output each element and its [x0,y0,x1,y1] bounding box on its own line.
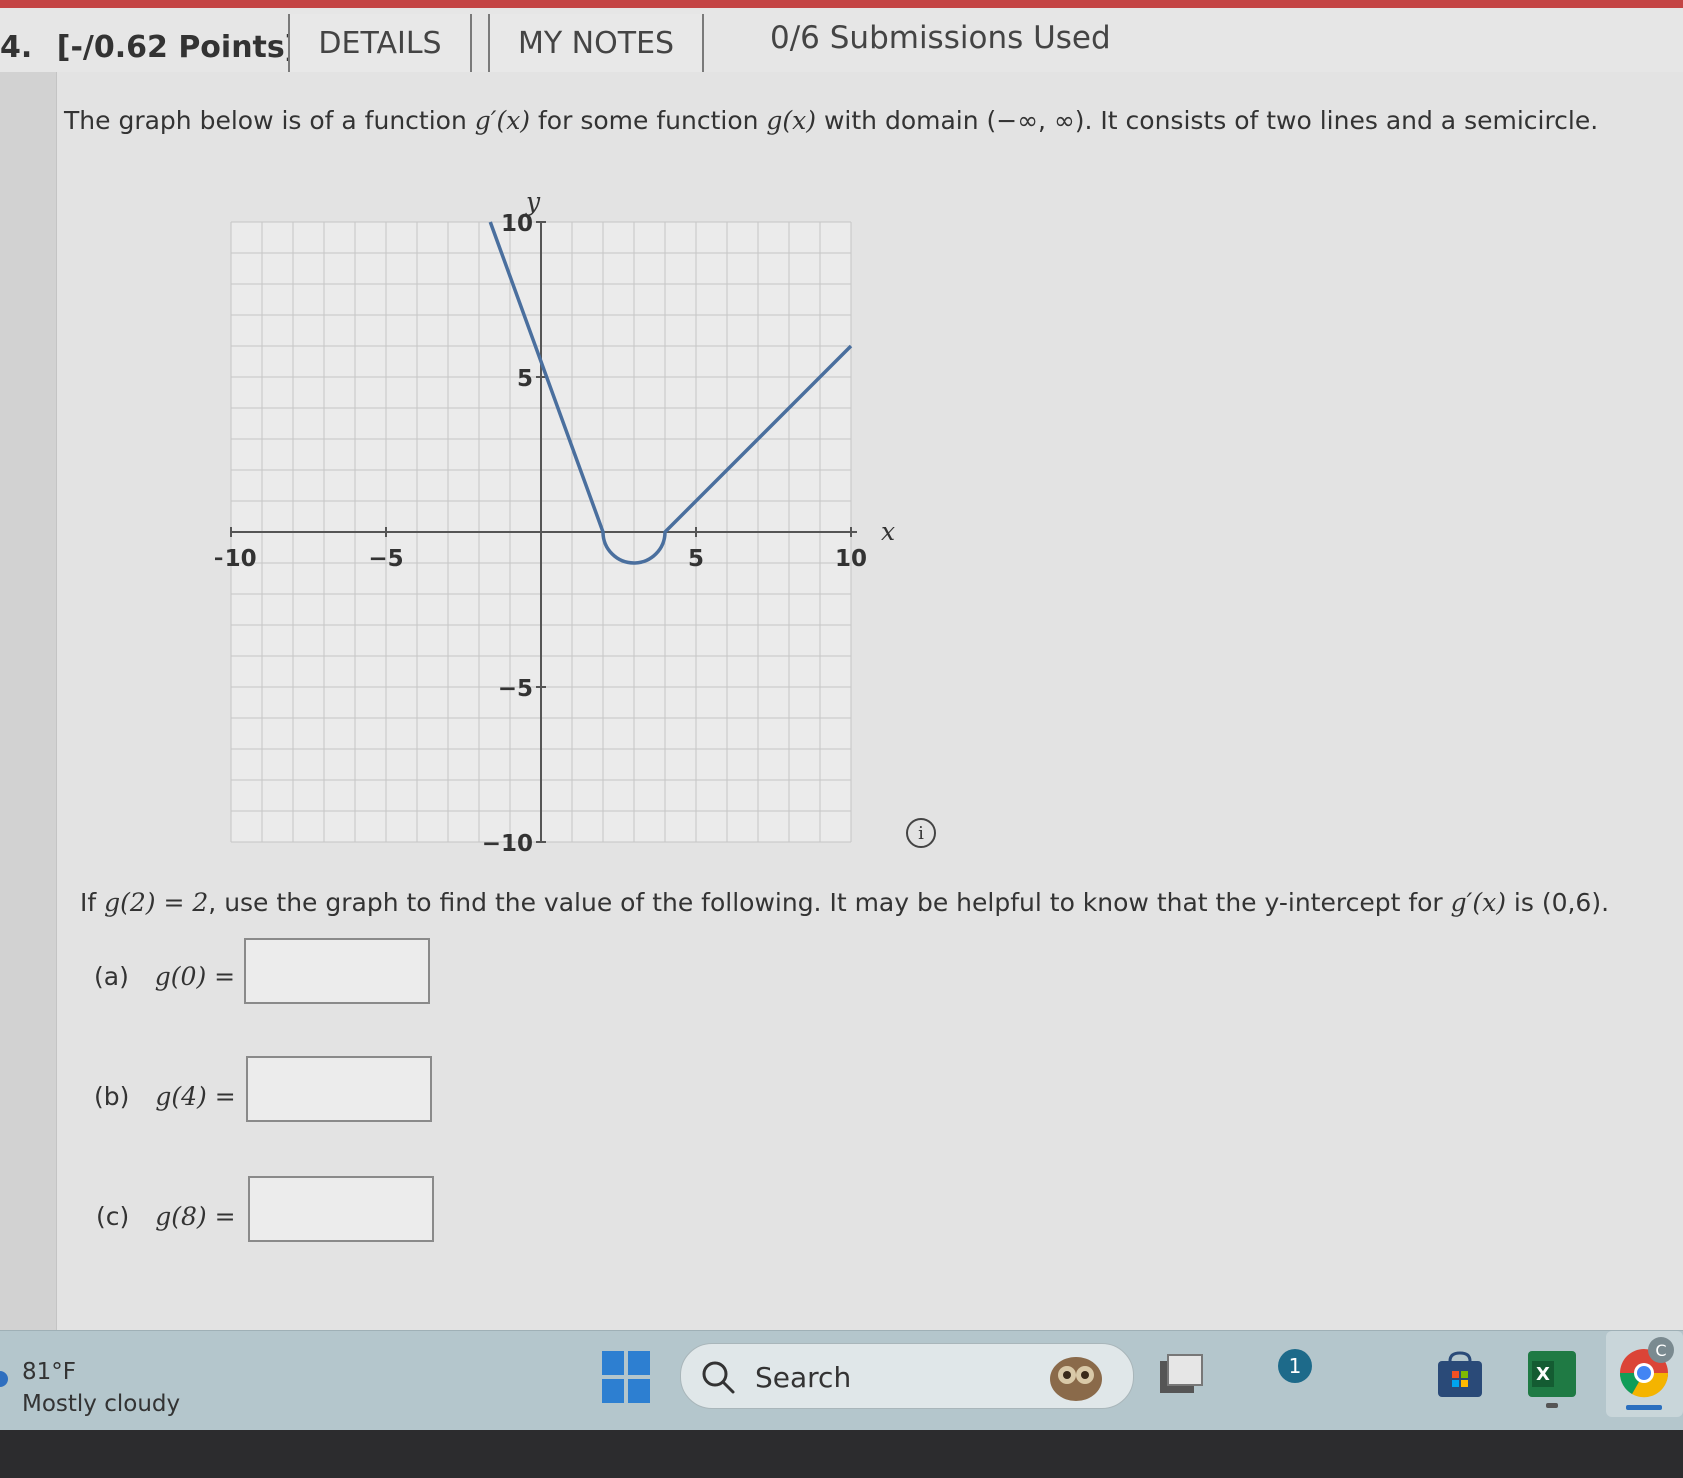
info-icon[interactable]: i [906,818,936,848]
x-tick-label: −10 [215,546,257,572]
intro-text-a: The graph below is of a function [64,106,475,135]
details-label: DETAILS [318,25,442,61]
part-a-label: (a) g(0) = [94,962,235,991]
search-highlight-icon[interactable] [1046,1345,1106,1405]
part-c-letter: (c) [96,1202,130,1231]
excel-letter: X [1532,1361,1554,1387]
question-given-value: g(2) = 2 [104,888,209,917]
info-glyph: i [918,822,924,844]
question-number: 4. [-/0.62 Points] [0,30,298,65]
notification-badge[interactable]: 1 [1278,1349,1312,1383]
x-tick-label: −5 [368,546,403,572]
monitor-bezel [0,1430,1683,1478]
excel-running-indicator [1546,1403,1558,1408]
problem-question: If g(2) = 2, use the graph to find the v… [80,888,1609,917]
question-number-text: 4. [0,30,33,65]
part-b-expression: g(4) = [155,1082,236,1111]
chrome-running-indicator [1626,1405,1662,1410]
question-text-a: If [80,888,105,917]
points-label: [-/0.62 Points] [56,30,299,65]
y-tick-label: −10 [482,831,533,857]
taskbar: 81°F Mostly cloudy Search 1 X C [0,1330,1683,1431]
search-icon [702,1361,735,1394]
my-notes-button[interactable]: MY NOTES [488,14,704,74]
excel-icon[interactable]: X [1528,1351,1576,1397]
weather-indicator [0,1371,8,1387]
windows-start-icon[interactable] [602,1351,650,1403]
intro-text-c: with domain (−∞, ∞). It consists of two … [816,106,1599,135]
part-c-label: (c) g(8) = [96,1202,236,1231]
question-header: 4. [-/0.62 Points] DETAILS MY NOTES 0/6 … [0,8,1683,74]
x-tick-label: 10 [835,546,867,572]
my-notes-label: MY NOTES [517,25,675,61]
part-c-expression: g(8) = [155,1202,236,1231]
part-c-answer-input[interactable] [248,1176,434,1242]
question-text-b: , use the graph to find the value of the… [208,888,1451,917]
x-axis-label: x [881,517,895,546]
part-a-answer-input[interactable] [244,938,430,1004]
details-button[interactable]: DETAILS [288,14,472,74]
chrome-profile-badge: C [1648,1337,1674,1363]
part-a-expression: g(0) = [154,962,236,991]
intro-function-derivative: g′(x) [474,106,531,135]
screen: 4. [-/0.62 Points] DETAILS MY NOTES 0/6 … [0,0,1683,1332]
part-b-answer-input[interactable] [246,1056,432,1122]
y-tick-label: −5 [498,676,533,702]
weather-description: Mostly cloudy [22,1391,181,1417]
part-b-label: (b) g(4) = [94,1082,236,1111]
notification-count: 1 [1288,1354,1302,1378]
x-tick-label: 5 [688,546,704,572]
problem-intro: The graph below is of a function g′(x) f… [64,106,1598,135]
submissions-used: 0/6 Submissions Used [770,20,1111,56]
microsoft-store-icon[interactable] [1436,1351,1484,1399]
y-tick-label: 5 [517,366,533,392]
weather-temperature: 81°F [22,1359,76,1385]
top-accent-bar [0,0,1683,8]
question-function: g′(x) [1450,888,1506,917]
left-margin [0,72,57,1332]
intro-text-b: for some function [530,106,767,135]
part-a-letter: (a) [94,962,129,991]
part-b-letter: (b) [94,1082,130,1111]
derivative-graph: xy −10−5510105−5−10 [215,187,895,857]
chrome-profile-letter: C [1655,1340,1667,1360]
intro-function: g(x) [766,106,817,135]
search-label: Search [755,1361,852,1394]
y-tick-label: 10 [501,211,533,237]
task-view-icon[interactable] [1158,1351,1204,1397]
question-text-c: is (0,6). [1505,888,1610,917]
